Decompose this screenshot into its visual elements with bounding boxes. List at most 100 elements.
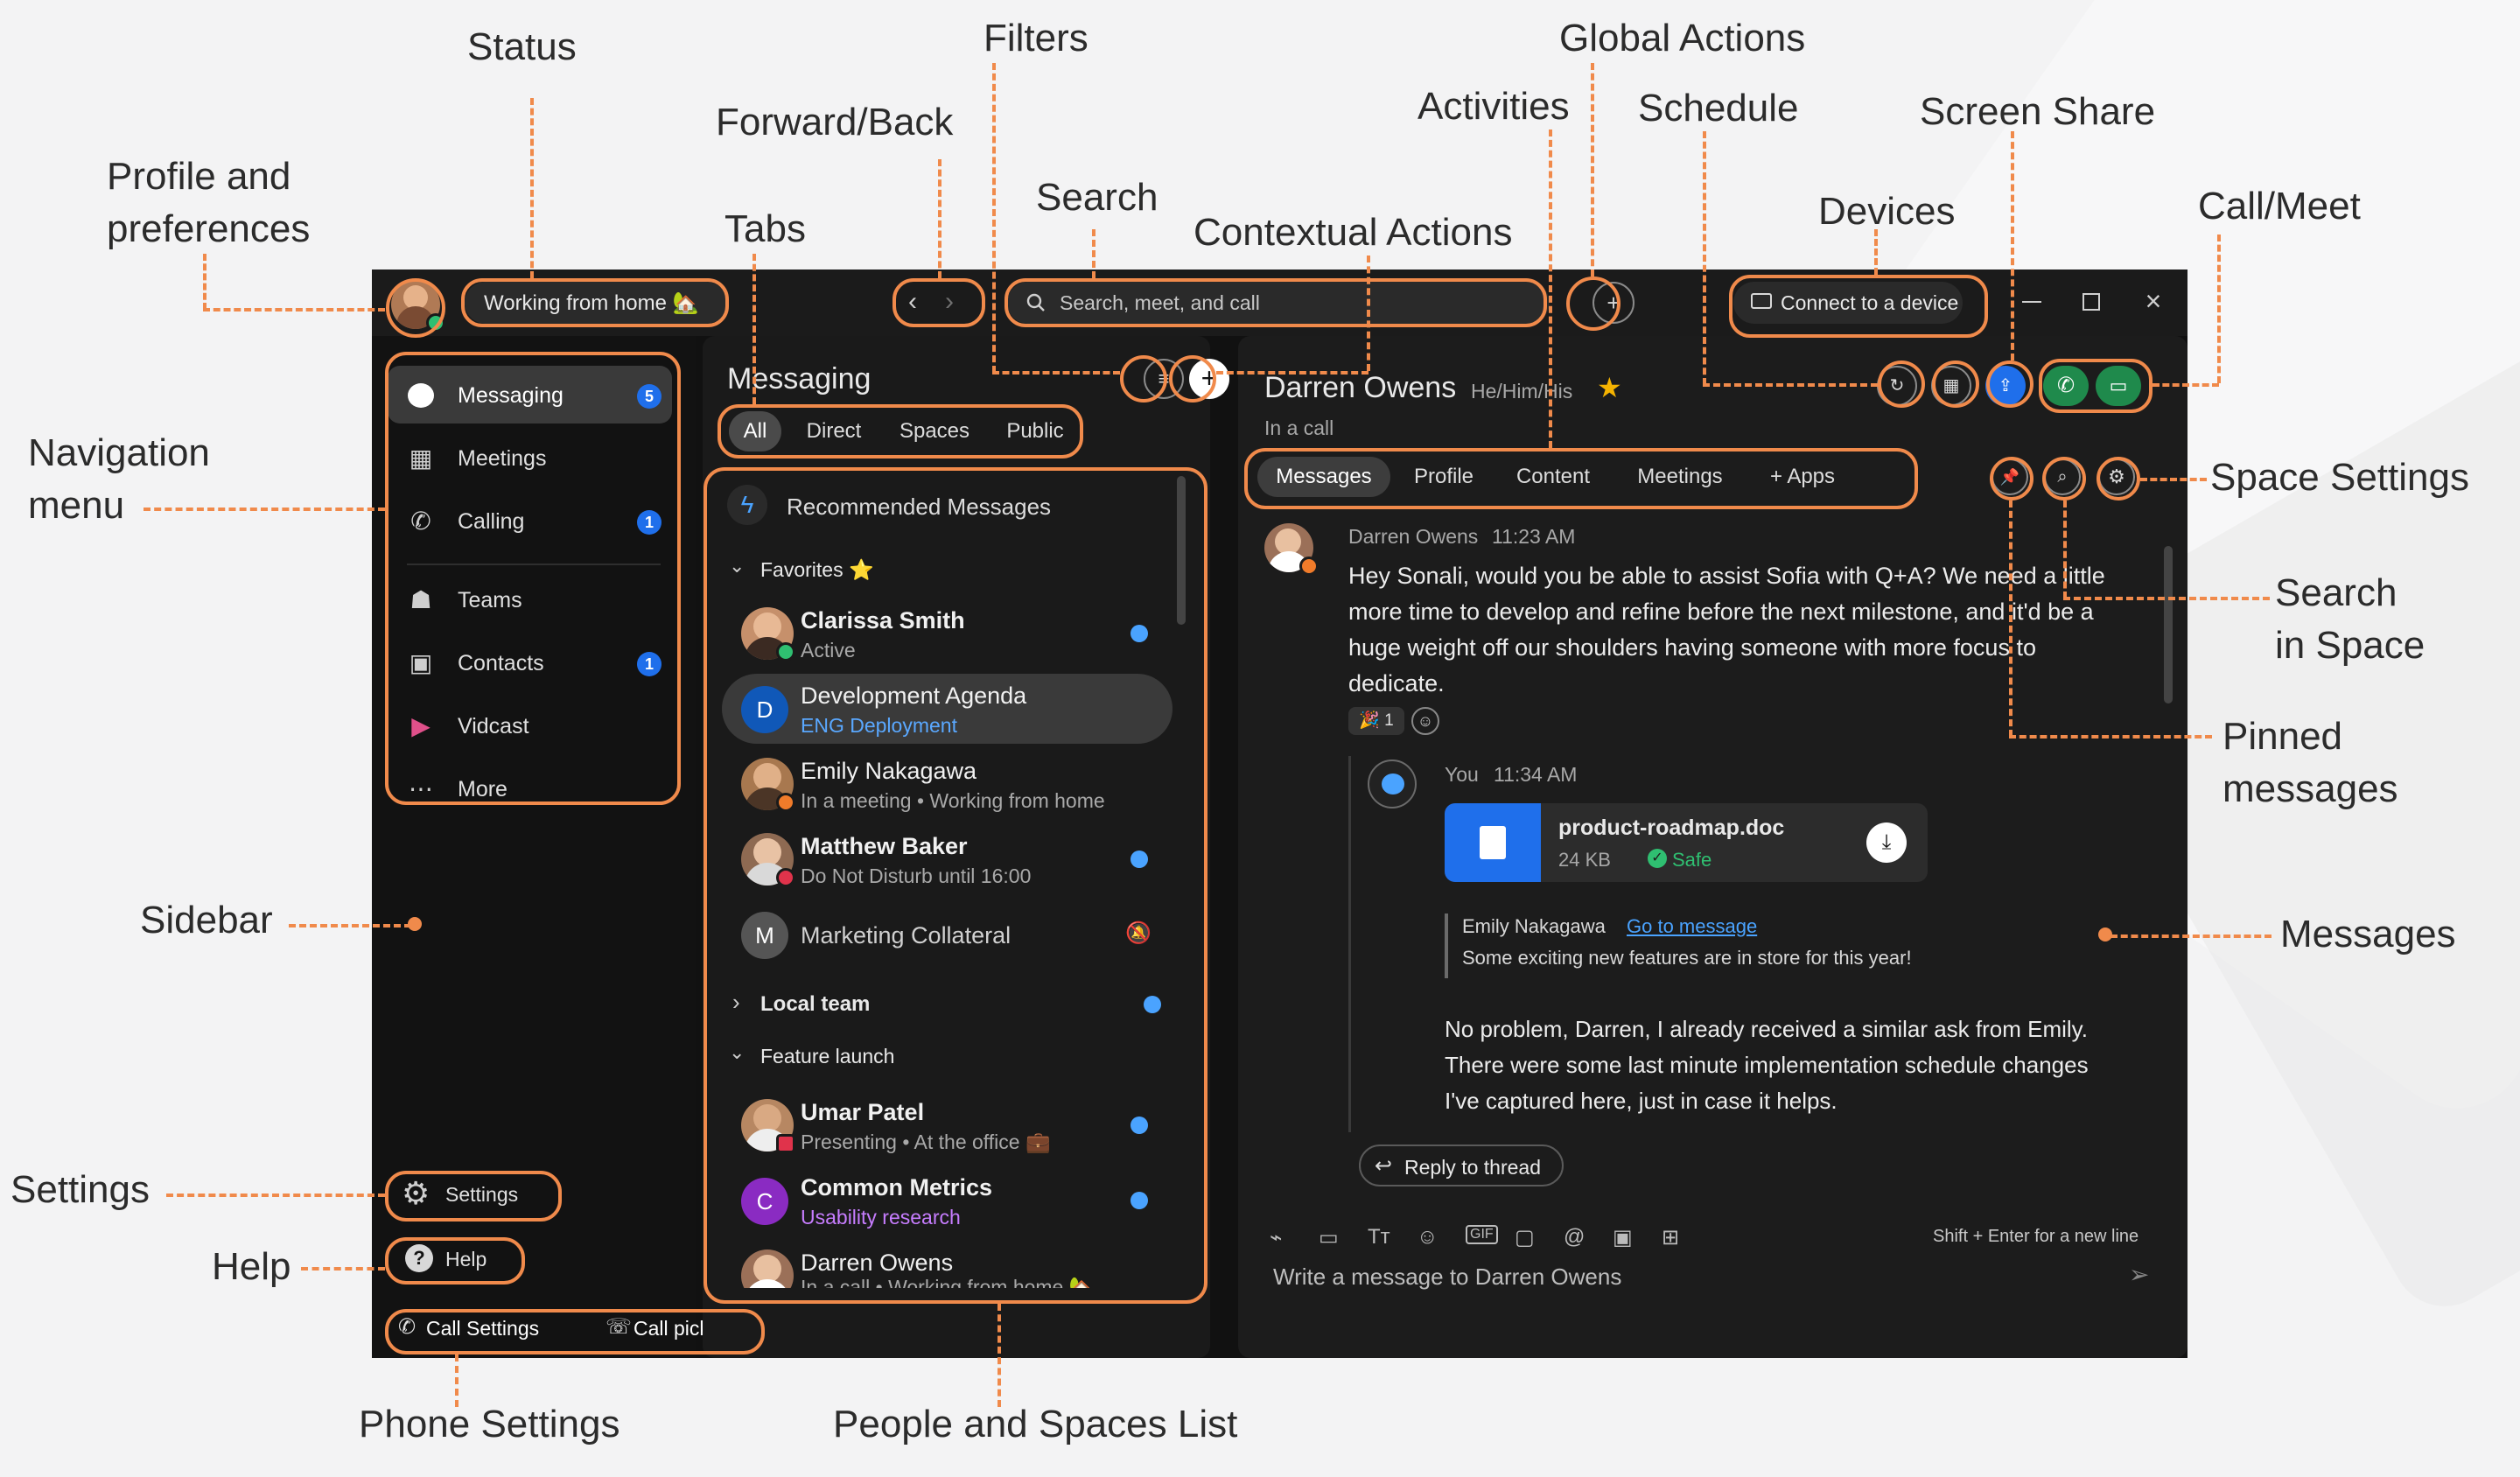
- highlight-schedule: [1932, 360, 1979, 408]
- label-global-actions: Global Actions: [1559, 17, 1806, 60]
- sidebar-dot: [408, 917, 422, 931]
- message-time: 11:23 AM: [1492, 525, 1576, 548]
- leader-profile-v: [203, 254, 206, 310]
- document-icon: [1480, 826, 1506, 859]
- download-icon[interactable]: ⤓: [1866, 822, 1907, 863]
- presence-call-icon: [1299, 556, 1319, 576]
- label-people-spaces: People and Spaces List: [833, 1403, 1238, 1446]
- leader-pinned-h: [2009, 735, 2212, 738]
- file-name: product-roadmap.doc: [1558, 816, 1785, 840]
- leader-forward: [938, 159, 942, 278]
- minimize-icon[interactable]: [2022, 301, 2041, 303]
- leader-list: [998, 1304, 1001, 1407]
- highlight-help: [385, 1237, 525, 1284]
- leader-settings: [166, 1194, 385, 1197]
- gif-icon[interactable]: GIF: [1466, 1225, 1498, 1244]
- highlight-tabs: [718, 404, 1083, 458]
- highlight-screen-share: [1986, 360, 2034, 408]
- leader-global: [1591, 63, 1594, 276]
- label-sidebar: Sidebar: [140, 899, 273, 942]
- label-navigation-2: menu: [28, 484, 125, 527]
- reply-body: No problem, Darren, I already received a…: [1445, 1012, 2162, 1119]
- chat-scrollbar[interactable]: [2164, 546, 2173, 704]
- highlight-search: [1004, 278, 1547, 327]
- reply-time: 11:34 AM: [1494, 763, 1578, 786]
- leader-search-space-v: [2063, 500, 2067, 598]
- message-line: huge weight off our shoulders having som…: [1348, 634, 2036, 661]
- contact-icon[interactable]: ▣: [1613, 1225, 1633, 1250]
- leader-callmeet: [2217, 234, 2221, 383]
- highlight-phone-settings: [385, 1309, 765, 1354]
- leader-callmeet-h: [2152, 383, 2219, 387]
- apps-icon[interactable]: ⊞: [1662, 1225, 1679, 1250]
- leader-pinned-v: [2009, 500, 2012, 737]
- leader-contextual: [1367, 256, 1370, 371]
- label-forward-back: Forward/Back: [716, 101, 954, 144]
- safe-check-icon: ✓: [1648, 849, 1667, 868]
- highlight-activities: [1878, 360, 1925, 408]
- message-body: Hey Sonali, would you be able to assist …: [1348, 558, 2136, 702]
- message-line: No problem, Darren, I already received a…: [1445, 1016, 2088, 1042]
- label-navigation-1: Navigation: [28, 431, 210, 474]
- leader-help: [301, 1267, 385, 1270]
- label-search-space-2: in Space: [2275, 624, 2426, 667]
- leader-space-settings: [2140, 478, 2207, 481]
- label-schedule: Schedule: [1638, 87, 1799, 130]
- reply-author: You: [1445, 763, 1479, 786]
- label-activities: Activities: [1418, 85, 1570, 128]
- label-search-space-1: Search: [2275, 571, 2398, 614]
- file-safe-label: Safe: [1672, 849, 1712, 871]
- sticker-icon[interactable]: ▢: [1515, 1225, 1535, 1250]
- message-author: Darren Owens: [1348, 525, 1479, 548]
- composer-input[interactable]: Write a message to Darren Owens: [1273, 1264, 1621, 1291]
- label-status: Status: [467, 25, 577, 68]
- close-icon[interactable]: ×: [2138, 285, 2169, 317]
- reply-to-thread-button[interactable]: ↩ Reply to thread: [1359, 1144, 1564, 1186]
- label-pinned-1: Pinned: [2222, 715, 2343, 758]
- messaging-title: Messaging: [727, 362, 872, 396]
- message-line: I've captured here, just in case it help…: [1445, 1088, 1838, 1114]
- reply-arrow-icon: ↩: [1375, 1154, 1393, 1178]
- highlight-list: [704, 467, 1208, 1304]
- reply-thread-label: Reply to thread: [1404, 1156, 1541, 1179]
- file-attachment-card[interactable]: product-roadmap.doc 24 KB ✓ Safe ⤓: [1445, 803, 1928, 882]
- composer-toolbar: ⌁ ▭ Tт ☺ GIF ▢ @ ▣ ⊞: [1270, 1222, 1725, 1256]
- label-profile-1: Profile and: [107, 155, 291, 198]
- highlight-pinned: [1990, 457, 2034, 500]
- maximize-icon[interactable]: [2082, 293, 2100, 311]
- you-avatar: [1368, 760, 1417, 808]
- label-devices: Devices: [1818, 190, 1956, 233]
- leader-messages: [2110, 934, 2272, 938]
- add-reaction-icon[interactable]: ☺: [1411, 707, 1439, 735]
- emoji-icon[interactable]: ☺: [1417, 1225, 1438, 1250]
- messages-dot: [2098, 928, 2112, 942]
- leader-profile-h: [203, 308, 385, 312]
- favorite-star-icon[interactable]: ★: [1597, 371, 1622, 404]
- leader-status: [530, 98, 534, 278]
- leader-filters-h: [992, 371, 1120, 374]
- leader-tabs: [752, 254, 756, 404]
- message-line: Hey Sonali, would you be able to assist …: [1348, 563, 2105, 589]
- go-to-message-link[interactable]: Go to message: [1627, 915, 1757, 938]
- label-space-settings: Space Settings: [2210, 456, 2469, 499]
- screenshot-icon[interactable]: ▭: [1319, 1225, 1339, 1250]
- leader-activities: [1549, 130, 1552, 448]
- leader-search: [1092, 229, 1096, 278]
- quote-author: Emily Nakagawa: [1462, 915, 1606, 937]
- attach-icon[interactable]: ⌁: [1270, 1225, 1282, 1250]
- highlight-filter: [1120, 355, 1167, 402]
- label-contextual: Contextual Actions: [1194, 211, 1513, 254]
- highlight-chat-tabs: [1244, 448, 1918, 509]
- message-line: dedicate.: [1348, 670, 1445, 696]
- leader-schedule-h: [1703, 383, 1878, 387]
- mention-icon[interactable]: @: [1564, 1225, 1585, 1250]
- reaction-chip[interactable]: 🎉 1: [1348, 707, 1404, 735]
- chat-status: In a call: [1264, 416, 1334, 439]
- highlight-status: [461, 278, 729, 327]
- format-text-icon[interactable]: Tт: [1368, 1225, 1390, 1250]
- leader-screenshare: [2011, 131, 2014, 360]
- label-call-meet: Call/Meet: [2198, 185, 2361, 228]
- send-icon[interactable]: ➢: [2129, 1260, 2149, 1289]
- highlight-call-meet: [2039, 359, 2152, 413]
- highlight-navigation: [385, 352, 681, 805]
